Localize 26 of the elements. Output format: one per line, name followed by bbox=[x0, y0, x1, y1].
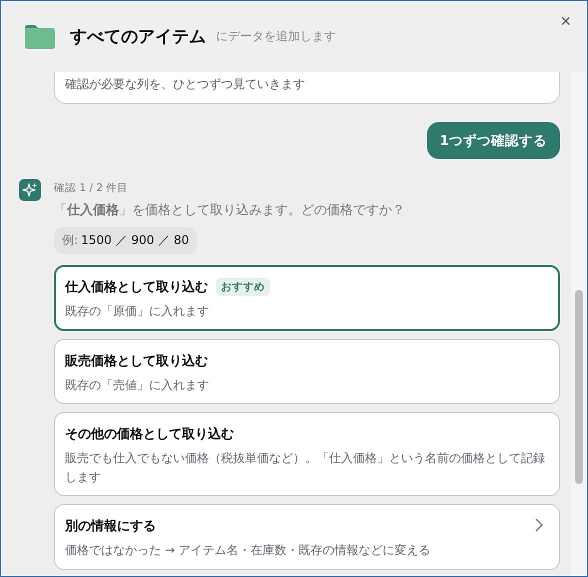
recommended-badge: おすすめ bbox=[216, 278, 270, 296]
option-title: 別の情報にする bbox=[65, 518, 156, 536]
option-title: その他の価格として取り込む bbox=[65, 426, 234, 444]
scrollbar[interactable] bbox=[571, 72, 587, 576]
question-text: 「仕入価格」を価格として取り込みます。どの価格ですか？ bbox=[54, 202, 405, 219]
example-label: 例: bbox=[62, 232, 78, 249]
dialog-subtitle: にデータを追加します bbox=[216, 28, 336, 45]
example-values: 1500 ／ 900 ／ 80 bbox=[81, 232, 190, 249]
option-card[interactable]: その他の価格として取り込む 販売でも仕入でもない価格（税抜単価など）。「仕入価格」という名前の価格として記録します bbox=[54, 412, 560, 496]
chevron-right-icon bbox=[535, 518, 543, 532]
close-button[interactable]: × bbox=[558, 11, 573, 32]
reply-button[interactable]: 1つずつ確認する bbox=[426, 122, 560, 159]
option-card[interactable]: 仕入価格として取り込む おすすめ 既存の「原価」に入れます bbox=[54, 265, 560, 331]
option-title: 販売価格として取り込む bbox=[65, 352, 208, 370]
option-title: 仕入価格として取り込む bbox=[65, 278, 208, 296]
sparkle-icon bbox=[19, 179, 41, 201]
option-card[interactable]: 別の情報にする 価格ではなかった → アイテム名・在庫数・既存の情報などに変える bbox=[54, 504, 560, 570]
message-text: 確認が必要な列を、ひとつずつ見ていきます bbox=[65, 77, 305, 91]
option-description: 販売でも仕入でもない価格（税抜単価など）。「仕入価格」という名前の価格として記録します bbox=[65, 450, 546, 486]
option-description: 既存の「原価」に入れます bbox=[65, 303, 209, 320]
dialog-title: すべてのアイテム bbox=[70, 26, 206, 48]
progress-label: 確認 1 / 2 件目 bbox=[54, 181, 128, 195]
option-description: 既存の「売値」に入れます bbox=[65, 376, 209, 394]
folder-icon bbox=[25, 24, 55, 48]
option-description: 価格ではなかった → アイテム名・在庫数・既存の情報などに変える bbox=[65, 542, 431, 560]
option-card[interactable]: 販売価格として取り込む 既存の「売値」に入れます bbox=[54, 338, 560, 404]
